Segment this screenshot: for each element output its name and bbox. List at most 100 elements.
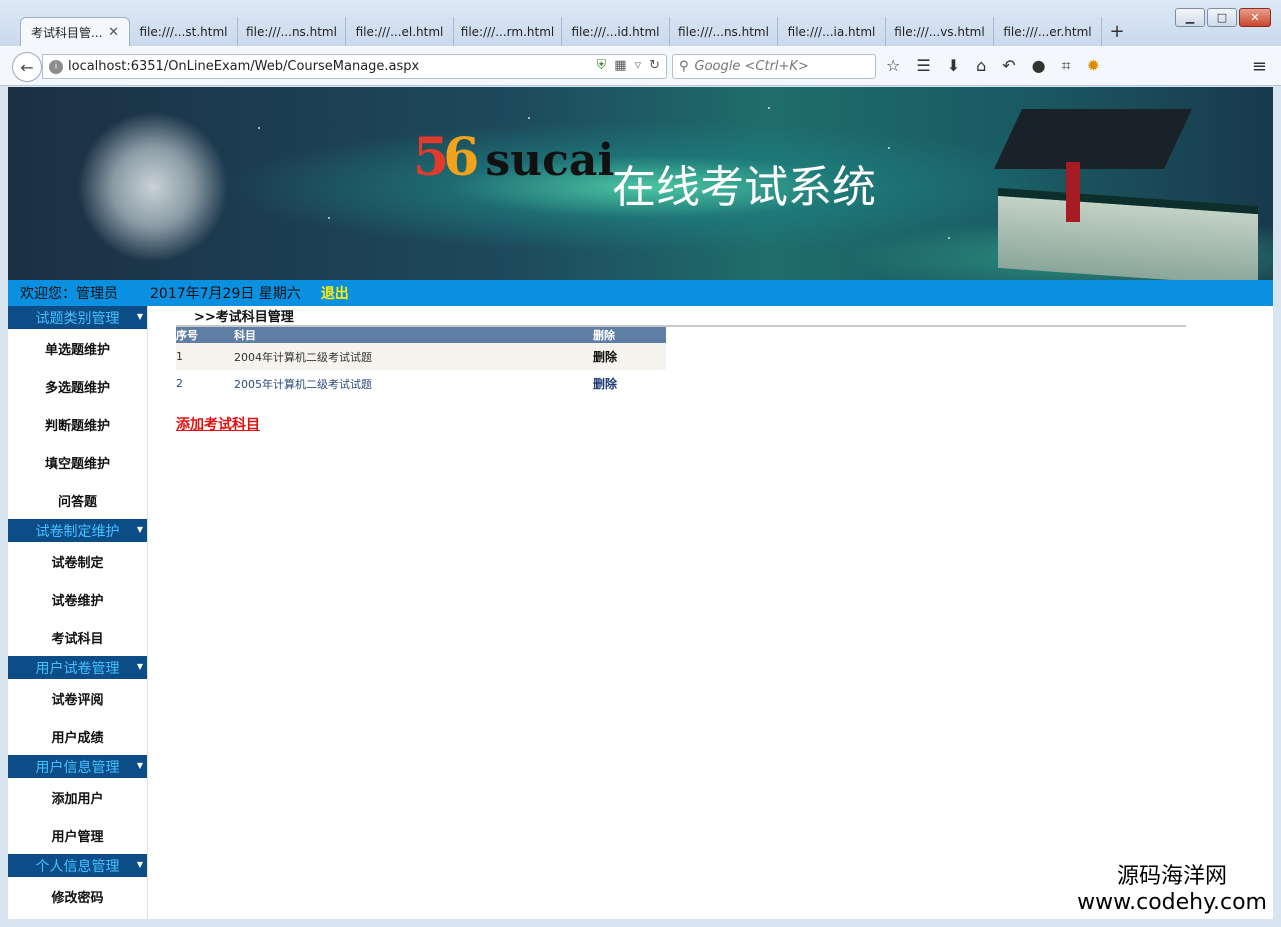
browser-toolbar: ← i localhost:6351/OnLineExam/Web/Course… xyxy=(0,46,1281,86)
sidebar-item-grade-papers[interactable]: 试卷评阅 xyxy=(8,679,147,717)
tab-strip: 考试科目管... ✕ file:///...st.html file:///..… xyxy=(20,17,1132,46)
tab[interactable]: file:///...id.html xyxy=(562,17,670,46)
tab-label: file:///...el.html xyxy=(355,24,444,39)
sidebar-item-true-false[interactable]: 判断题维护 xyxy=(8,405,147,443)
tab-label: file:///...ia.html xyxy=(787,24,876,39)
tab-label: file:///...rm.html xyxy=(460,24,555,39)
window-close-icon[interactable]: ✕ xyxy=(1239,8,1271,27)
cell-delete: 删除 xyxy=(593,343,666,370)
toolbar-icons: ☆ ☰ ⬇ ⌂ ↶ ● ⌗ ✹ xyxy=(886,56,1100,76)
tab-label: file:///...st.html xyxy=(139,24,228,39)
add-subject-link[interactable]: 添加考试科目 xyxy=(176,414,260,434)
tab[interactable]: file:///...vs.html xyxy=(886,17,994,46)
sidebar-item-user-scores[interactable]: 用户成绩 xyxy=(8,717,147,755)
bookmark-star-icon[interactable]: ☆ xyxy=(886,56,900,76)
menu-group-personal-info[interactable]: 个人信息管理 ▼ xyxy=(8,854,147,877)
sidebar-nav: 试题类别管理 ▼ 单选题维护 多选题维护 判断题维护 填空题维护 问答题 试卷制… xyxy=(8,306,148,919)
tab-active[interactable]: 考试科目管... ✕ xyxy=(20,17,130,46)
reload-icon[interactable]: ↻ xyxy=(649,58,660,73)
menu-group-title: 用户信息管理 xyxy=(35,759,120,776)
site-title: 在线考试系统 xyxy=(612,162,876,213)
sidebar-item-manage-users[interactable]: 用户管理 xyxy=(8,816,147,854)
chat-bubble-icon[interactable]: ● xyxy=(1032,56,1046,76)
menu-group-paper-setup[interactable]: 试卷制定维护 ▼ xyxy=(8,519,147,542)
tab-label: file:///...er.html xyxy=(1003,24,1092,39)
decor-star xyxy=(258,127,260,129)
extension-bug-icon[interactable]: ✹ xyxy=(1087,56,1100,76)
tab[interactable]: file:///...st.html xyxy=(130,17,238,46)
home-icon[interactable]: ⌂ xyxy=(976,56,986,76)
minimize-icon[interactable]: ▁ xyxy=(1175,8,1205,27)
menu-group-user-papers[interactable]: 用户试卷管理 ▼ xyxy=(8,656,147,679)
hamburger-menu-icon[interactable]: ≡ xyxy=(1252,56,1267,77)
menu-group-title: 用户试卷管理 xyxy=(35,660,120,677)
tab[interactable]: file:///...ia.html xyxy=(778,17,886,46)
maximize-icon[interactable]: □ xyxy=(1207,8,1237,27)
watermark: 源码海洋网 www.codehy.com xyxy=(1077,858,1267,915)
tab[interactable]: file:///...el.html xyxy=(346,17,454,46)
dropdown-triangle-icon[interactable]: ▼ xyxy=(137,312,143,321)
sidebar-item-essay[interactable]: 问答题 xyxy=(8,481,147,519)
breadcrumb: >>考试科目管理 xyxy=(176,306,1186,327)
logout-link[interactable]: 退出 xyxy=(321,283,349,303)
reader-list-icon[interactable]: ☰ xyxy=(916,56,930,76)
header-banner: 5 6 sucai 在线考试系统 xyxy=(8,87,1273,287)
delete-link[interactable]: 删除 xyxy=(593,350,617,364)
watermark-line: 源码海洋网 xyxy=(1116,864,1227,889)
undo-icon[interactable]: ↶ xyxy=(1002,56,1015,76)
qr-code-icon[interactable]: ▦ xyxy=(614,58,626,73)
sidebar-item-maintain-paper[interactable]: 试卷维护 xyxy=(8,580,147,618)
crop-icon[interactable]: ⌗ xyxy=(1062,56,1071,76)
url-text: localhost:6351/OnLineExam/Web/CourseMana… xyxy=(68,59,420,74)
dropdown-triangle-icon[interactable]: ▼ xyxy=(137,761,143,770)
address-bar[interactable]: i localhost:6351/OnLineExam/Web/CourseMa… xyxy=(42,54,667,79)
tab-label: file:///...id.html xyxy=(571,24,660,39)
table-header-row: 序号 科目 删除 xyxy=(176,327,666,343)
search-bar[interactable]: ⚲ Google <Ctrl+K> xyxy=(672,54,876,79)
menu-group-question-types[interactable]: 试题类别管理 ▼ xyxy=(8,306,147,329)
main-content: >>考试科目管理 序号 科目 删除 1 2004年计算机二级考试试题 删除 2 … xyxy=(176,306,1186,434)
logo-digit: 6 xyxy=(443,127,480,188)
tab-label: file:///...vs.html xyxy=(894,24,985,39)
menu-group-user-info[interactable]: 用户信息管理 ▼ xyxy=(8,755,147,778)
sidebar-item-add-user[interactable]: 添加用户 xyxy=(8,778,147,816)
window-controls: ▁ □ ✕ xyxy=(1175,8,1271,27)
tab[interactable]: file:///...er.html xyxy=(994,17,1102,46)
new-tab-icon[interactable]: + xyxy=(1102,17,1132,46)
sidebar-item-change-password[interactable]: 修改密码 xyxy=(8,877,147,915)
decor-star xyxy=(528,117,530,119)
cell-delete: 删除 xyxy=(593,370,666,397)
cell-index: 1 xyxy=(176,343,234,370)
user-info-bar: 欢迎您：管理员 2017年7月29日 星期六 退出 xyxy=(8,280,1273,306)
decor-star xyxy=(948,237,950,239)
tab[interactable]: file:///...rm.html xyxy=(454,17,562,46)
sidebar-item-exam-subjects[interactable]: 考试科目 xyxy=(8,618,147,656)
close-tab-icon[interactable]: ✕ xyxy=(108,25,119,40)
sidebar-item-multi-choice[interactable]: 多选题维护 xyxy=(8,367,147,405)
column-header-index: 序号 xyxy=(176,327,234,343)
delete-link[interactable]: 删除 xyxy=(593,377,617,391)
dropdown-triangle-icon[interactable]: ▼ xyxy=(137,525,143,534)
cell-index: 2 xyxy=(176,370,234,397)
dropdown-arrow-icon[interactable]: ▿ xyxy=(635,58,642,73)
tab-label: file:///...ns.html xyxy=(678,24,769,39)
back-arrow-icon[interactable]: ← xyxy=(12,52,42,82)
sidebar-item-fill-blank[interactable]: 填空题维护 xyxy=(8,443,147,481)
decor-star xyxy=(768,107,770,109)
sidebar-item-single-choice[interactable]: 单选题维护 xyxy=(8,329,147,367)
tab-label: file:///...ns.html xyxy=(246,24,337,39)
sidebar-item-create-paper[interactable]: 试卷制定 xyxy=(8,542,147,580)
search-placeholder: Google <Ctrl+K> xyxy=(694,59,809,74)
tab[interactable]: file:///...ns.html xyxy=(670,17,778,46)
tassel-image xyxy=(1066,162,1080,222)
column-header-subject: 科目 xyxy=(234,327,593,343)
menu-group-title: 试卷制定维护 xyxy=(35,523,120,540)
dropdown-triangle-icon[interactable]: ▼ xyxy=(137,662,143,671)
info-icon[interactable]: i xyxy=(49,59,63,74)
download-icon[interactable]: ⬇ xyxy=(947,56,960,76)
current-date: 2017年7月29日 星期六 xyxy=(150,286,301,302)
dropdown-triangle-icon[interactable]: ▼ xyxy=(137,860,143,869)
graduation-cap-image xyxy=(994,109,1192,169)
shield-icon[interactable]: ⛨ xyxy=(597,58,607,73)
tab[interactable]: file:///...ns.html xyxy=(238,17,346,46)
